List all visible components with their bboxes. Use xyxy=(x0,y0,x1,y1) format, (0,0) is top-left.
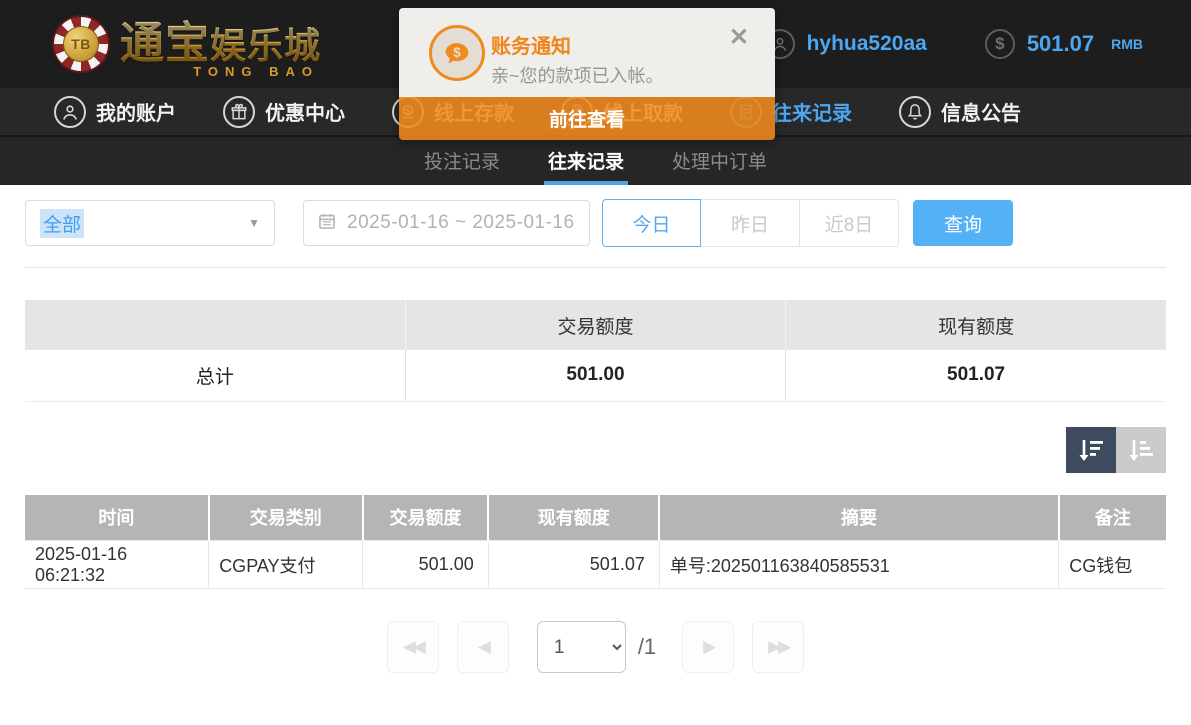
user-account[interactable]: hyhua520aa xyxy=(765,29,927,59)
sort-controls xyxy=(25,427,1166,473)
category-selected-value: 全部 xyxy=(40,209,84,238)
table-row: 2025-01-16 06:21:32 CGPAY支付 501.00 501.0… xyxy=(25,541,1166,589)
quick-date-group: 今日 昨日 近8日 xyxy=(602,199,899,247)
col-header-type: 交易类别 xyxy=(209,495,363,541)
summary-header-empty xyxy=(25,300,405,350)
summary-header-trade: 交易额度 xyxy=(405,300,785,350)
cell-balance: 501.07 xyxy=(488,541,659,589)
currency-label: RMB xyxy=(1111,36,1143,52)
svg-text:$: $ xyxy=(453,45,461,60)
first-page-button[interactable]: ◀◀ xyxy=(387,621,439,673)
records-table: 时间 交易类别 交易额度 现有额度 摘要 备注 2025-01-16 06:21… xyxy=(25,495,1166,590)
notification-title: 账务通知 xyxy=(491,30,571,59)
search-button[interactable]: 查询 xyxy=(913,200,1013,246)
today-button[interactable]: 今日 xyxy=(602,199,701,247)
record-tabs: 投注记录 往来记录 处理中订单 xyxy=(0,137,1191,185)
notification-popup: $ 账务通知 亲~您的款项已入帐。 ✕ 前往查看 xyxy=(399,8,775,140)
next-page-button[interactable]: ▶ xyxy=(682,621,734,673)
summary-table: 交易额度 现有额度 总计 501.00 501.07 xyxy=(25,300,1166,402)
nav-label: 优惠中心 xyxy=(265,97,345,126)
chip-monogram: TB xyxy=(63,26,99,62)
balance-amount: 501.07 xyxy=(1027,31,1094,57)
summary-trade-total: 501.00 xyxy=(405,350,785,401)
col-header-balance: 现有额度 xyxy=(488,495,659,541)
sort-descending-button[interactable] xyxy=(1066,427,1116,473)
poker-chip-logo-icon: TB xyxy=(52,15,110,73)
tab-transaction-records[interactable]: 往来记录 xyxy=(546,137,626,185)
bell-icon xyxy=(899,96,931,128)
tab-bet-records[interactable]: 投注记录 xyxy=(422,137,502,185)
site-subtitle: TONG BAO xyxy=(193,65,319,78)
summary-total-row: 总计 501.00 501.07 xyxy=(25,350,1166,401)
cell-time: 2025-01-16 06:21:32 xyxy=(25,541,209,589)
username: hyhua520aa xyxy=(807,32,927,56)
col-header-time: 时间 xyxy=(25,495,209,541)
filter-row: 全部 ▼ 2025-01-16 ~ 2025-01-16 今日 昨日 近8日 查… xyxy=(25,199,1166,247)
go-view-button[interactable]: 前往查看 xyxy=(399,97,775,140)
cell-amount: 501.00 xyxy=(363,541,489,589)
col-header-amount: 交易额度 xyxy=(363,495,489,541)
tab-pending-orders[interactable]: 处理中订单 xyxy=(670,137,769,185)
yesterday-button[interactable]: 昨日 xyxy=(701,199,800,247)
chevron-down-icon: ▼ xyxy=(248,216,260,230)
prev-page-button[interactable]: ◀ xyxy=(457,621,509,673)
page-select[interactable]: 1 xyxy=(537,621,626,673)
col-header-note: 备注 xyxy=(1059,495,1166,541)
summary-total-label: 总计 xyxy=(25,350,405,401)
close-icon[interactable]: ✕ xyxy=(729,26,749,50)
date-range-value: 2025-01-16 ~ 2025-01-16 xyxy=(347,212,575,234)
date-range-input[interactable]: 2025-01-16 ~ 2025-01-16 xyxy=(303,200,590,246)
nav-item-announcements[interactable]: 信息公告 xyxy=(899,96,1021,128)
nav-item-promotions[interactable]: 优惠中心 xyxy=(223,96,345,128)
nav-label: 信息公告 xyxy=(941,97,1021,126)
nav-label: 我的账户 xyxy=(96,97,176,126)
gift-icon xyxy=(223,96,255,128)
last8days-button[interactable]: 近8日 xyxy=(800,199,899,247)
dollar-icon: $ xyxy=(985,29,1015,59)
calendar-icon xyxy=(317,211,337,236)
balance-display[interactable]: $ 501.07 RMB xyxy=(985,29,1143,59)
last-page-button[interactable]: ▶▶ xyxy=(752,621,804,673)
pagination: ◀◀ ◀ 1 /1 ▶ ▶▶ xyxy=(25,621,1166,673)
summary-balance-total: 501.07 xyxy=(786,350,1166,401)
site-logo[interactable]: TB 通宝娱乐城 TONG BAO xyxy=(52,15,321,73)
nav-label: 往来记录 xyxy=(772,97,852,126)
notification-message: 亲~您的款项已入帐。 xyxy=(491,62,664,88)
nav-item-my-account[interactable]: 我的账户 xyxy=(54,96,176,128)
sort-ascending-button[interactable] xyxy=(1116,427,1166,473)
records-header-row: 时间 交易类别 交易额度 现有额度 摘要 备注 xyxy=(25,495,1166,541)
cell-note: CG钱包 xyxy=(1059,541,1166,589)
site-title: 通宝娱乐城 xyxy=(120,19,321,68)
user-icon xyxy=(54,96,86,128)
page-total-label: /1 xyxy=(638,634,656,660)
divider xyxy=(25,267,1166,268)
content-area: 全部 ▼ 2025-01-16 ~ 2025-01-16 今日 昨日 近8日 查… xyxy=(0,199,1191,673)
money-message-icon: $ xyxy=(429,25,485,81)
cell-type: CGPAY支付 xyxy=(209,541,363,589)
col-header-summary: 摘要 xyxy=(659,495,1058,541)
summary-header-balance: 现有额度 xyxy=(786,300,1166,350)
category-dropdown[interactable]: 全部 ▼ xyxy=(25,200,275,246)
cell-summary: 单号:202501163840585531 xyxy=(659,541,1058,589)
